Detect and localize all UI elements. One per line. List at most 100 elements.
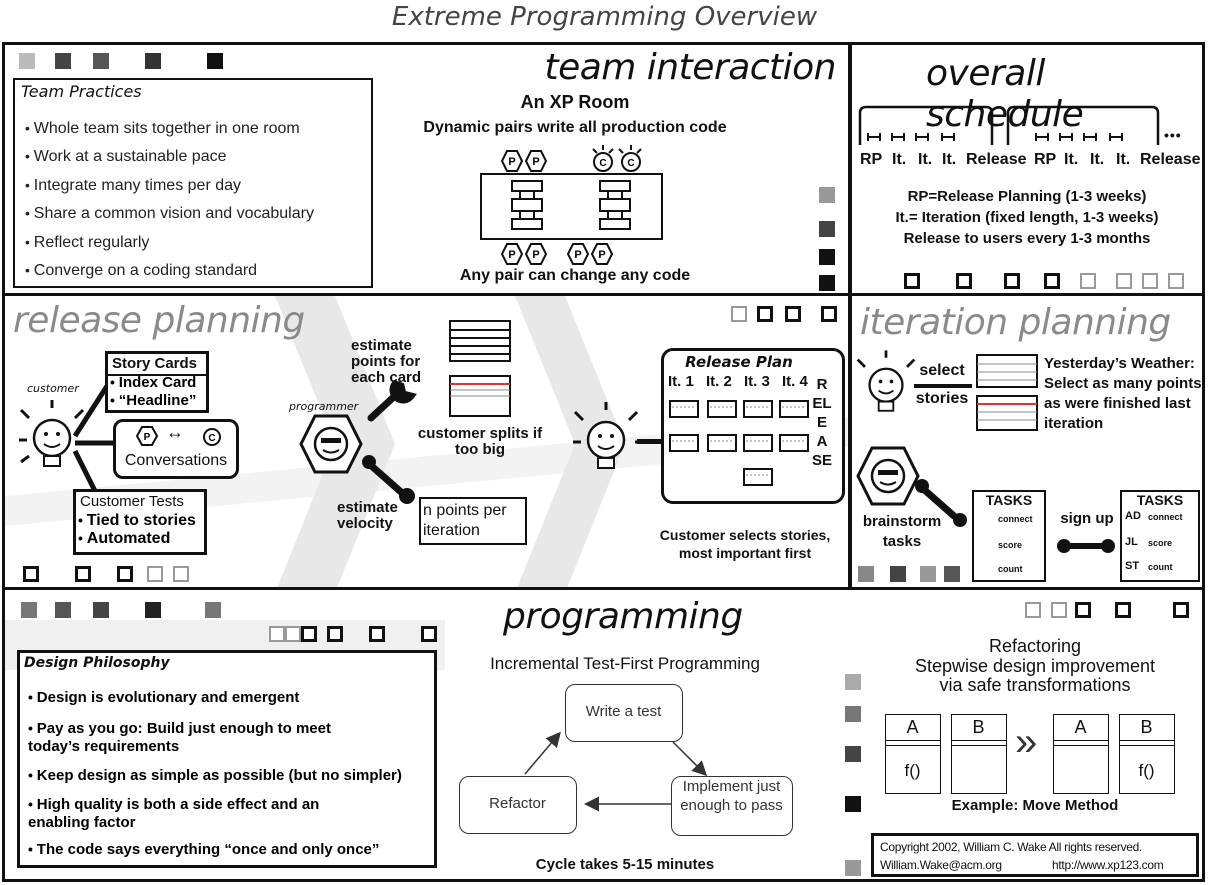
customer-tests-box: Customer Tests Tied to stories Automated — [73, 489, 207, 555]
refactoring-sub2: via safe transformations — [939, 675, 1131, 695]
story-cards-box: Story Cards Index Card “Headline” — [105, 351, 209, 413]
decor-square — [1044, 273, 1060, 289]
conversation-arrow: ↔ — [166, 422, 184, 442]
decor-square — [1051, 602, 1067, 618]
svg-text:P: P — [532, 249, 539, 261]
example-caption: Example: Move Method — [951, 797, 1119, 814]
decor-square — [819, 221, 835, 237]
xp-room-title: An XP Room — [520, 92, 630, 112]
task-item: count — [1148, 562, 1173, 572]
decor-square — [93, 602, 109, 618]
decor-square — [821, 306, 837, 322]
story-card-item: “Headline” — [110, 392, 197, 409]
tfp-title: Incremental Test-First Programming — [490, 654, 760, 673]
velocity-text: n points per iteration — [423, 502, 507, 539]
decor-square — [956, 273, 972, 289]
decor-square — [845, 674, 861, 690]
decor-square — [369, 626, 385, 642]
decor-square — [890, 566, 906, 582]
connector-line — [637, 439, 663, 444]
customer-bulb-icon — [856, 350, 916, 412]
release-planning-panel: release planning customer Story Cards In… — [2, 293, 851, 590]
design-item: Design is evolutionary and emergent — [28, 689, 428, 706]
release-vertical-label: RELEASE — [812, 376, 833, 469]
practice-item: Share a common vision and vocabulary — [25, 205, 314, 223]
estimate-velocity-label: estimate velocity — [337, 499, 398, 532]
design-item: Pay as you go: Build just enough to meet… — [28, 719, 368, 756]
decor-square — [285, 626, 301, 642]
xp-room-subtitle: Dynamic pairs write all production code — [423, 119, 727, 136]
assignee: ST — [1125, 560, 1140, 572]
team-interaction-heading: team interaction — [544, 47, 836, 88]
iteration-planning-heading: iteration planning — [860, 302, 1171, 343]
class-name: B — [972, 717, 985, 737]
programmer-icon — [856, 446, 920, 506]
programmer-icon — [299, 414, 363, 474]
schedule-note: RP=Release Planning (1-3 weeks) — [907, 188, 1147, 205]
page-title: Extreme Programming Overview — [391, 2, 818, 32]
decor-square — [757, 306, 773, 322]
decor-square — [944, 566, 960, 582]
design-philosophy-box: Design Philosophy Design is evolutionary… — [17, 650, 437, 868]
decor-square — [819, 275, 835, 291]
svg-text:C: C — [599, 158, 606, 169]
weather-text: Yesterday’s Weather: Select as many poin… — [1044, 355, 1202, 432]
customer-label: customer — [27, 382, 79, 395]
timeline-label: It. — [1116, 151, 1131, 168]
decor-square — [845, 796, 861, 812]
decor-square — [301, 626, 317, 642]
tasks-card: TASKS connect score count — [972, 490, 1046, 582]
design-item: Keep design as simple as possible (but n… — [28, 767, 438, 784]
decor-square — [785, 306, 801, 322]
method-name: f() — [1138, 761, 1155, 780]
svg-text:P: P — [508, 249, 515, 261]
xp-room-floor — [480, 173, 663, 240]
decor-square — [19, 53, 35, 69]
tasks-title: TASKS — [1136, 492, 1184, 508]
brainstorm-label: brainstorm tasks — [862, 513, 942, 550]
signup-label: sign up — [1060, 510, 1114, 527]
practice-item: Work at a sustainable pace — [25, 148, 227, 166]
practice-item: Integrate many times per day — [25, 177, 241, 195]
author-url: http://www.xp123.com — [1052, 858, 1164, 872]
decor-square — [1173, 602, 1189, 618]
conversations-box: P C ↔ Conversations — [113, 419, 239, 479]
assignee: AD — [1125, 510, 1141, 522]
team-practices-box: Team Practices Whole team sits together … — [13, 78, 373, 288]
cycle-node-label: Write a test — [585, 703, 662, 720]
decor-square — [173, 566, 189, 582]
divider — [1054, 745, 1108, 746]
programming-heading: programming — [503, 596, 743, 637]
decor-square — [731, 306, 747, 322]
class-name: A — [1074, 717, 1087, 737]
svg-text:C: C — [208, 433, 215, 444]
divider — [886, 740, 940, 741]
decor-square — [819, 249, 835, 265]
timeline-label: It. — [1064, 151, 1079, 168]
svg-text:P: P — [144, 432, 151, 443]
customer-tests-title: Customer Tests — [80, 493, 184, 510]
timeline-label: RP — [1034, 151, 1057, 168]
cycle-node-implement: Implement just enough to pass — [671, 776, 793, 836]
task-item: count — [998, 564, 1023, 574]
decor-square — [21, 602, 37, 618]
cycle-node-refactor: Refactor — [459, 776, 577, 834]
class-name: B — [1140, 717, 1153, 737]
class-box-a-after: A — [1053, 714, 1109, 794]
release-selects-caption: Customer selects stories, most important… — [659, 527, 831, 561]
timeline-label: RP — [860, 151, 883, 168]
task-item: score — [1148, 538, 1173, 548]
cycle-node-label: Implement just enough to pass — [680, 778, 783, 814]
decor-square — [93, 53, 109, 69]
release-plan-title: Release Plan — [685, 353, 793, 371]
class-box-b-after: B f() — [1119, 714, 1175, 794]
cycle-node-write-test: Write a test — [565, 684, 683, 742]
iteration-planning-panel: iteration planning select stories Yester… — [849, 293, 1205, 590]
task-item: connect — [1148, 512, 1183, 522]
decor-square — [845, 706, 861, 722]
decor-square — [845, 860, 861, 876]
story-cards-title: Story Cards — [112, 355, 198, 372]
decor-square — [1116, 273, 1132, 289]
team-interaction-panel: team interaction Team Practices Whole te… — [2, 42, 851, 296]
decor-square — [55, 53, 71, 69]
